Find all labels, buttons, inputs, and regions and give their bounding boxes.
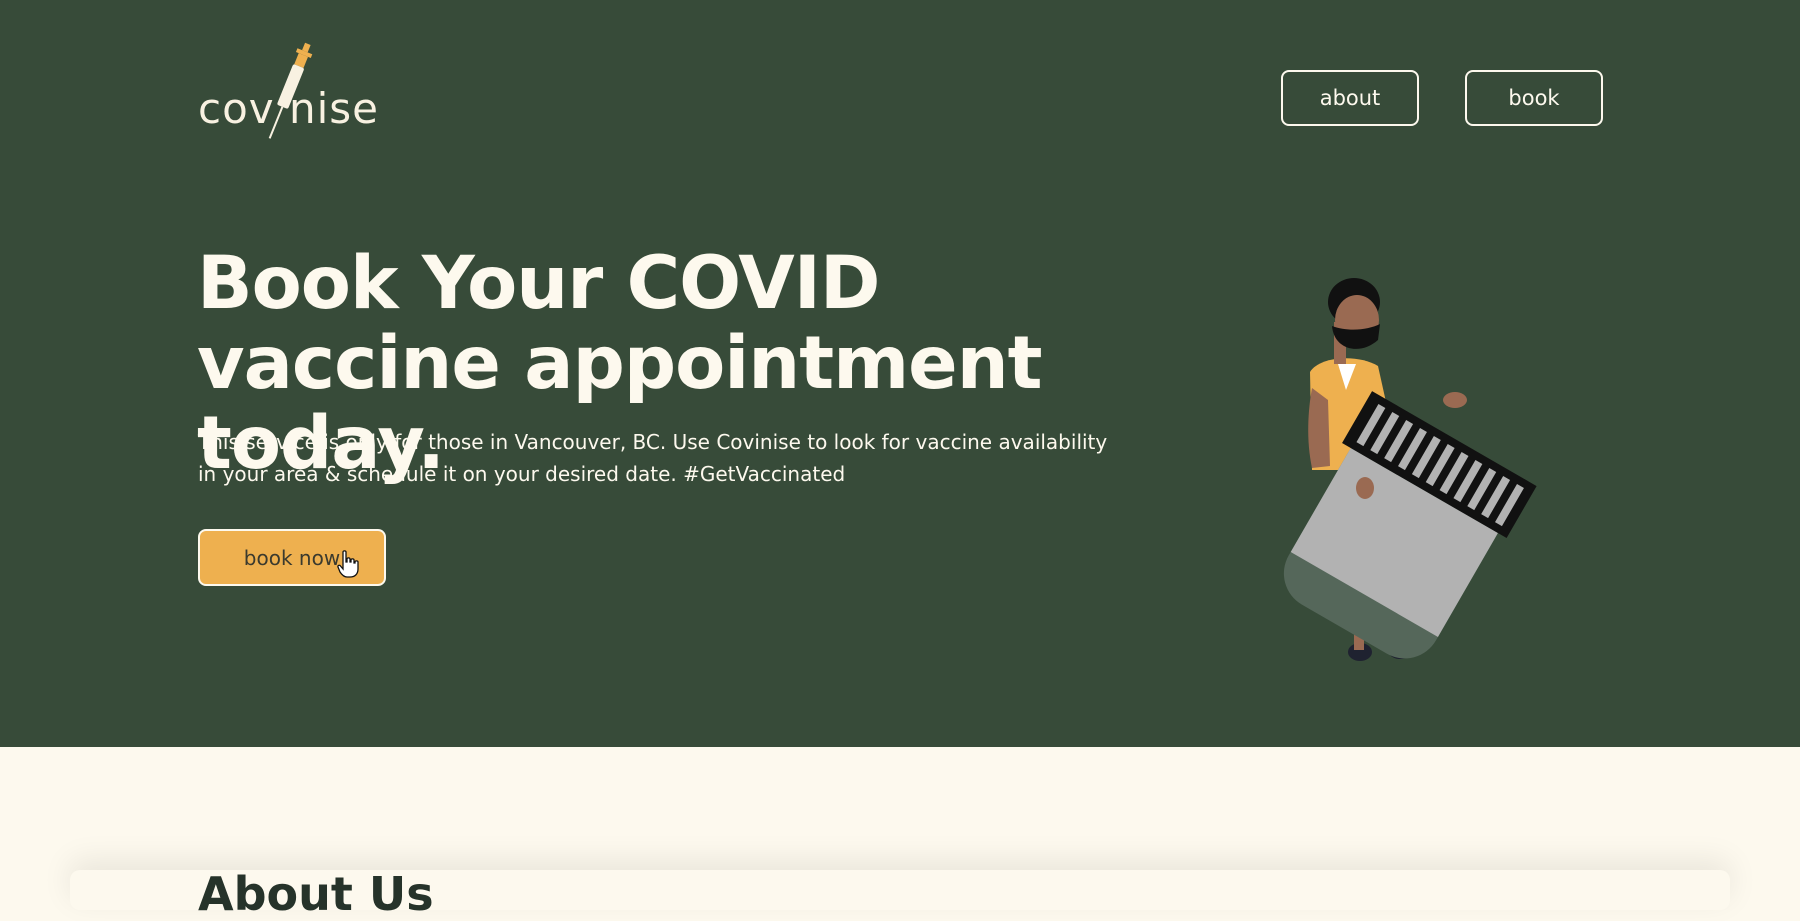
about-section: About Us [0,747,1800,921]
hand-cursor-icon [337,550,359,578]
nav-book-button[interactable]: book [1465,70,1603,126]
nav-about-button[interactable]: about [1281,70,1419,126]
person-holding-vaccine-illustration [1283,278,1537,661]
hero-section: cov nise about book Book Your COVID vacc… [0,0,1800,747]
syringe-icon [268,42,313,139]
hero-subtext: This service is only for those in Vancou… [198,430,1108,486]
logo[interactable]: cov nise [196,38,386,148]
about-title: About Us [198,867,434,921]
